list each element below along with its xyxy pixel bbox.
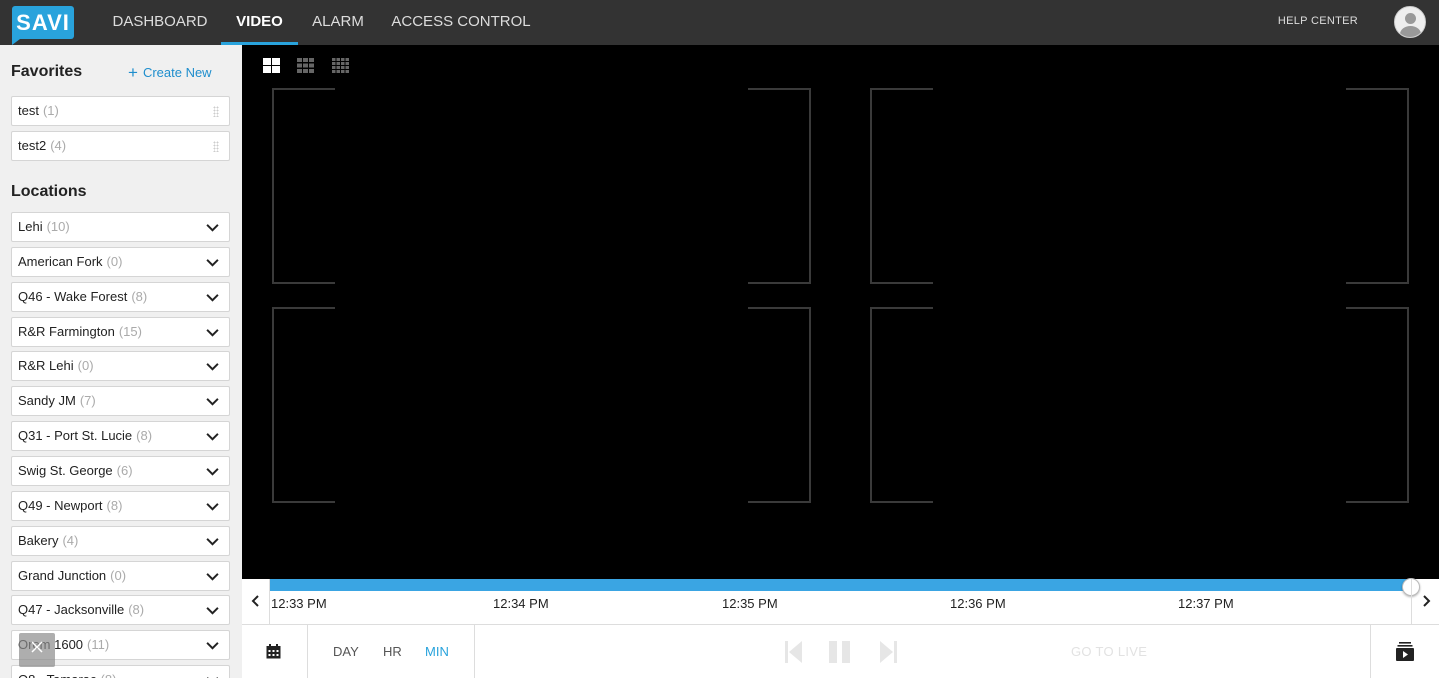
top-navigation-bar: SAVI DASHBOARD VIDEO ALARM ACCESS CONTRO…	[0, 0, 1439, 45]
favorite-item[interactable]: test2 (4)	[11, 131, 230, 161]
timeline-progress-track[interactable]	[270, 579, 1411, 591]
chevron-down-icon[interactable]	[206, 395, 219, 408]
favorites-title: Favorites	[11, 63, 83, 80]
timeline: 12:33 PM 12:34 PM 12:35 PM 12:36 PM 12:3…	[242, 578, 1439, 625]
scale-minute-button[interactable]: MIN	[425, 644, 449, 659]
location-item[interactable]: R&R Lehi (0)	[11, 351, 230, 381]
timeline-prev-button[interactable]	[242, 579, 270, 625]
layout-2x2-icon[interactable]	[263, 58, 280, 73]
chevron-down-icon[interactable]	[206, 639, 219, 652]
location-item[interactable]: Sandy JM (7)	[11, 386, 230, 416]
chevron-down-icon[interactable]	[206, 604, 219, 617]
timeline-tick: 12:34 PM	[493, 596, 549, 611]
chevron-down-icon[interactable]	[206, 360, 219, 373]
location-item[interactable]: Grand Junction (0)	[11, 561, 230, 591]
camera-tile-empty[interactable]	[272, 307, 811, 503]
calendar-icon	[266, 644, 281, 659]
camera-tile-empty[interactable]	[870, 307, 1409, 503]
nav-video[interactable]: VIDEO	[221, 0, 298, 45]
timeline-tick: 12:33 PM	[271, 596, 327, 611]
chevron-down-icon[interactable]	[206, 430, 219, 443]
chevron-down-icon[interactable]	[206, 221, 219, 234]
location-item[interactable]: Bakery (4)	[11, 526, 230, 556]
drag-handle-icon[interactable]	[213, 141, 219, 152]
location-item[interactable]: Q46 - Wake Forest (8)	[11, 282, 230, 312]
layout-4x4-icon[interactable]	[332, 58, 349, 73]
collapse-sidebar-button[interactable]	[19, 633, 55, 667]
chevron-down-icon[interactable]	[206, 256, 219, 269]
calendar-button[interactable]	[242, 625, 308, 678]
chevron-down-icon[interactable]	[206, 500, 219, 513]
location-item[interactable]: Lehi (10)	[11, 212, 230, 242]
favorite-item[interactable]: test (1)	[11, 96, 230, 126]
locations-title: Locations	[11, 183, 87, 200]
user-avatar-icon[interactable]	[1394, 6, 1426, 38]
plus-icon: +	[128, 63, 138, 82]
drag-handle-icon[interactable]	[213, 106, 219, 117]
camera-tile-empty[interactable]	[272, 88, 811, 284]
timeline-next-button[interactable]	[1411, 579, 1439, 625]
help-center-link[interactable]: HELP CENTER	[1278, 0, 1358, 42]
chevron-down-icon[interactable]	[206, 291, 219, 304]
go-to-live-button[interactable]: GO TO LIVE	[1071, 644, 1147, 659]
sidebar: Favorites + Create New test (1) test2 (4) L…	[0, 45, 242, 678]
scale-hour-button[interactable]: HR	[383, 644, 402, 659]
close-icon	[31, 641, 43, 653]
chevron-down-icon[interactable]	[206, 326, 219, 339]
clip-export-icon	[1396, 642, 1414, 661]
skip-forward-icon[interactable]	[879, 640, 897, 664]
chevron-left-icon	[251, 595, 259, 607]
skip-back-icon[interactable]	[785, 640, 803, 664]
nav-alarm[interactable]: ALARM	[303, 0, 373, 45]
video-grid	[242, 45, 1439, 579]
pause-icon[interactable]	[829, 640, 851, 664]
location-item[interactable]: Q47 - Jacksonville (8)	[11, 595, 230, 625]
timeline-tick: 12:35 PM	[722, 596, 778, 611]
time-scale-selector: DAY HR MIN	[308, 625, 475, 678]
savi-logo[interactable]: SAVI	[12, 6, 74, 45]
timeline-tick: 12:36 PM	[950, 596, 1006, 611]
layout-3x3-icon[interactable]	[297, 58, 314, 73]
location-item[interactable]: R&R Farmington (15)	[11, 317, 230, 347]
location-item[interactable]: Swig St. George (6)	[11, 456, 230, 486]
nav-dashboard[interactable]: DASHBOARD	[104, 0, 216, 45]
nav-access-control[interactable]: ACCESS CONTROL	[385, 0, 537, 45]
location-item[interactable]: Q31 - Port St. Lucie (8)	[11, 421, 230, 451]
chevron-down-icon[interactable]	[206, 674, 219, 678]
chevron-down-icon[interactable]	[206, 535, 219, 548]
playback-controls: DAY HR MIN GO TO LIVE	[242, 625, 1439, 678]
scale-day-button[interactable]: DAY	[333, 644, 359, 659]
location-item[interactable]: Q49 - Newport (8)	[11, 491, 230, 521]
chevron-down-icon[interactable]	[206, 465, 219, 478]
chevron-down-icon[interactable]	[206, 570, 219, 583]
timeline-tick: 12:37 PM	[1178, 596, 1234, 611]
create-new-favorite-button[interactable]: + Create New	[128, 63, 212, 83]
camera-tile-empty[interactable]	[870, 88, 1409, 284]
location-item[interactable]: American Fork (0)	[11, 247, 230, 277]
export-clip-button[interactable]	[1370, 625, 1439, 678]
chevron-right-icon	[1423, 595, 1431, 607]
